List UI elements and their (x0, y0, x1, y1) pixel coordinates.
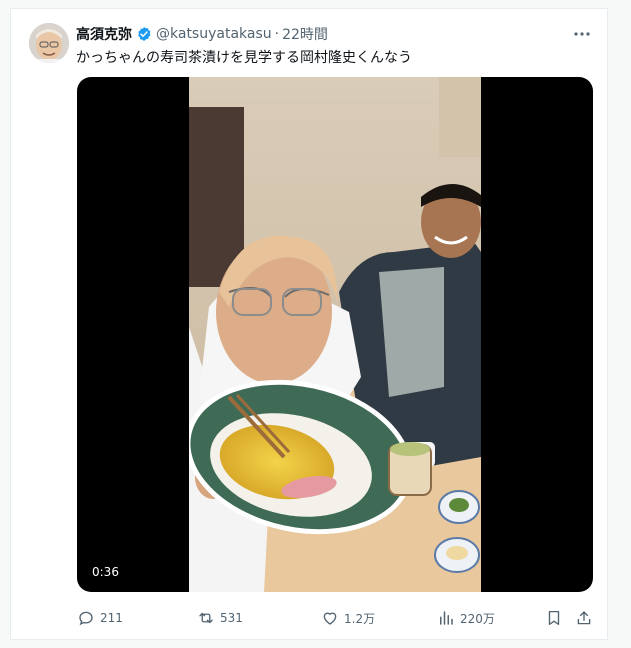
video-player[interactable]: 0:36 (77, 77, 593, 592)
separator-dot: · (274, 26, 280, 42)
bookmark-icon (548, 610, 560, 626)
views-chart-icon (440, 611, 453, 625)
views-button[interactable]: 220万 (437, 607, 495, 629)
like-count: 1.2万 (344, 611, 376, 626)
avatar-image (29, 23, 69, 63)
reply-button[interactable]: 211 (77, 607, 123, 629)
retweet-button[interactable]: 531 (197, 607, 243, 629)
tweet-header: 高須克弥 @katsuyatakasu · 22時間 (76, 23, 328, 45)
tweet-actions: 211 531 1.2万 220万 (77, 607, 595, 629)
tweet-card: 高須克弥 @katsuyatakasu · 22時間 かっちゃんの寿司茶漬けを見… (10, 8, 608, 640)
reply-count: 211 (100, 611, 123, 625)
retweet-count: 531 (220, 611, 243, 625)
like-button[interactable]: 1.2万 (321, 607, 375, 629)
view-count: 220万 (460, 611, 495, 626)
avatar[interactable] (29, 23, 69, 63)
tweet-timestamp[interactable]: 22時間 (282, 24, 328, 44)
share-button[interactable] (575, 607, 593, 629)
author-name[interactable]: 高須克弥 (76, 24, 132, 44)
retweet-icon (199, 612, 213, 624)
verified-badge-icon (136, 26, 152, 42)
video-frame-image (189, 77, 481, 592)
heart-icon (323, 612, 337, 625)
more-options-button[interactable] (571, 25, 593, 43)
reply-icon (79, 611, 93, 626)
share-icon (577, 611, 591, 625)
video-duration: 0:36 (87, 564, 124, 580)
author-handle[interactable]: @katsuyatakasu (156, 26, 272, 42)
tweet-text: かっちゃんの寿司茶漬けを見学する岡村隆史くんなう (76, 50, 412, 66)
more-dots-icon (574, 32, 590, 36)
bookmark-button[interactable] (545, 607, 563, 629)
